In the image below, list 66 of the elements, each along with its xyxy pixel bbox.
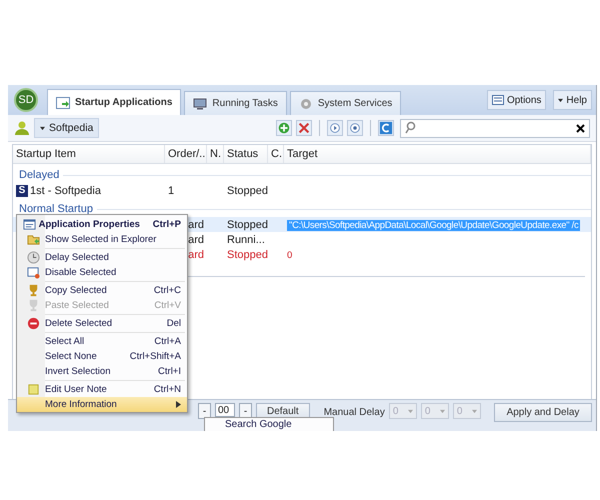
search-field[interactable] [400, 118, 590, 138]
caret-icon [472, 408, 477, 414]
manual-delay-label: Manual Delay [324, 406, 385, 418]
menu-item[interactable]: More Information [17, 397, 187, 412]
menu-item[interactable]: Application Properties Ctrl+P [17, 217, 187, 232]
stop-icon[interactable] [347, 120, 363, 136]
profile-dropdown[interactable]: Softpedia [34, 118, 100, 138]
user-icon[interactable] [14, 121, 30, 135]
options-button[interactable]: Options [486, 90, 546, 110]
group-header: Delayed [19, 169, 60, 181]
remove-icon[interactable] [296, 120, 312, 136]
caret-icon [558, 96, 564, 104]
menu-item[interactable]: Delete Selected Del [17, 316, 187, 331]
group-header: Normal Startup [19, 203, 93, 215]
menu-item[interactable]: Edit User Note Ctrl+N [17, 382, 187, 397]
app-icon: S [16, 184, 28, 196]
table-cell: ard [188, 248, 204, 260]
play-icon[interactable] [327, 120, 343, 136]
table-cell: Stopped [227, 248, 268, 260]
menu-item[interactable]: Search Google [225, 419, 333, 431]
help-button[interactable]: Help [553, 90, 592, 110]
column-header[interactable]: Order/... [165, 145, 207, 163]
table-cell: Runni... [227, 234, 265, 246]
menu-item[interactable]: Copy Selected Ctrl+C [17, 283, 187, 298]
table-cell: ard [188, 218, 204, 230]
note-icon [26, 383, 40, 396]
window-icon [56, 96, 70, 108]
clock-icon [26, 251, 40, 264]
table-cell: 1 [168, 184, 174, 196]
add-icon[interactable] [276, 120, 292, 136]
app-logo[interactable]: SD [14, 88, 38, 112]
menu-item[interactable]: Delay Selected [17, 250, 187, 265]
tab[interactable]: Running Tasks [184, 91, 287, 115]
column-header[interactable]: Startup Item [13, 145, 165, 163]
close-icon[interactable] [576, 124, 585, 132]
window-icon [26, 266, 40, 279]
menu-item[interactable]: Disable Selected [17, 265, 187, 280]
caret-icon [40, 124, 45, 132]
table-cell: 1st - Softpedia [30, 184, 101, 196]
column-header[interactable]: Target [284, 145, 591, 163]
menu-item[interactable]: Show Selected in Explorer [17, 232, 187, 247]
list-icon [492, 95, 504, 105]
table-cell: 0 [287, 250, 292, 260]
menu-item[interactable]: Select None Ctrl+Shift+A [17, 349, 187, 364]
table-cell: Stopped [227, 218, 268, 230]
column-header[interactable]: N. [207, 145, 224, 163]
decrement-button[interactable]: - [198, 403, 211, 419]
menu-item[interactable]: Invert Selection Ctrl+I [17, 364, 187, 379]
delete-icon [26, 317, 40, 330]
table-cell: "C:\Users\Softpedia\AppData\Local\Google\Update\GoogleUpdate.exe" /c [287, 220, 580, 230]
folder-icon [26, 233, 40, 246]
table-cell: ard [188, 234, 204, 246]
column-header[interactable]: C.. [268, 145, 284, 163]
column-header[interactable]: Status [224, 145, 268, 163]
tab[interactable]: System Services [290, 91, 402, 115]
table-cell: Stopped [227, 184, 268, 196]
apply-and-delay-button[interactable]: Apply and Delay [494, 403, 592, 422]
caret-icon [440, 408, 445, 414]
menu-item[interactable]: Select All Ctrl+A [17, 334, 187, 349]
caret-icon [408, 408, 413, 414]
properties-icon [23, 218, 36, 231]
gear-icon [298, 98, 313, 110]
refresh-icon[interactable] [378, 120, 394, 136]
minutes-field[interactable]: 00 [215, 403, 235, 417]
tab[interactable]: Startup Applications [47, 89, 182, 115]
monitor-icon [193, 98, 208, 110]
